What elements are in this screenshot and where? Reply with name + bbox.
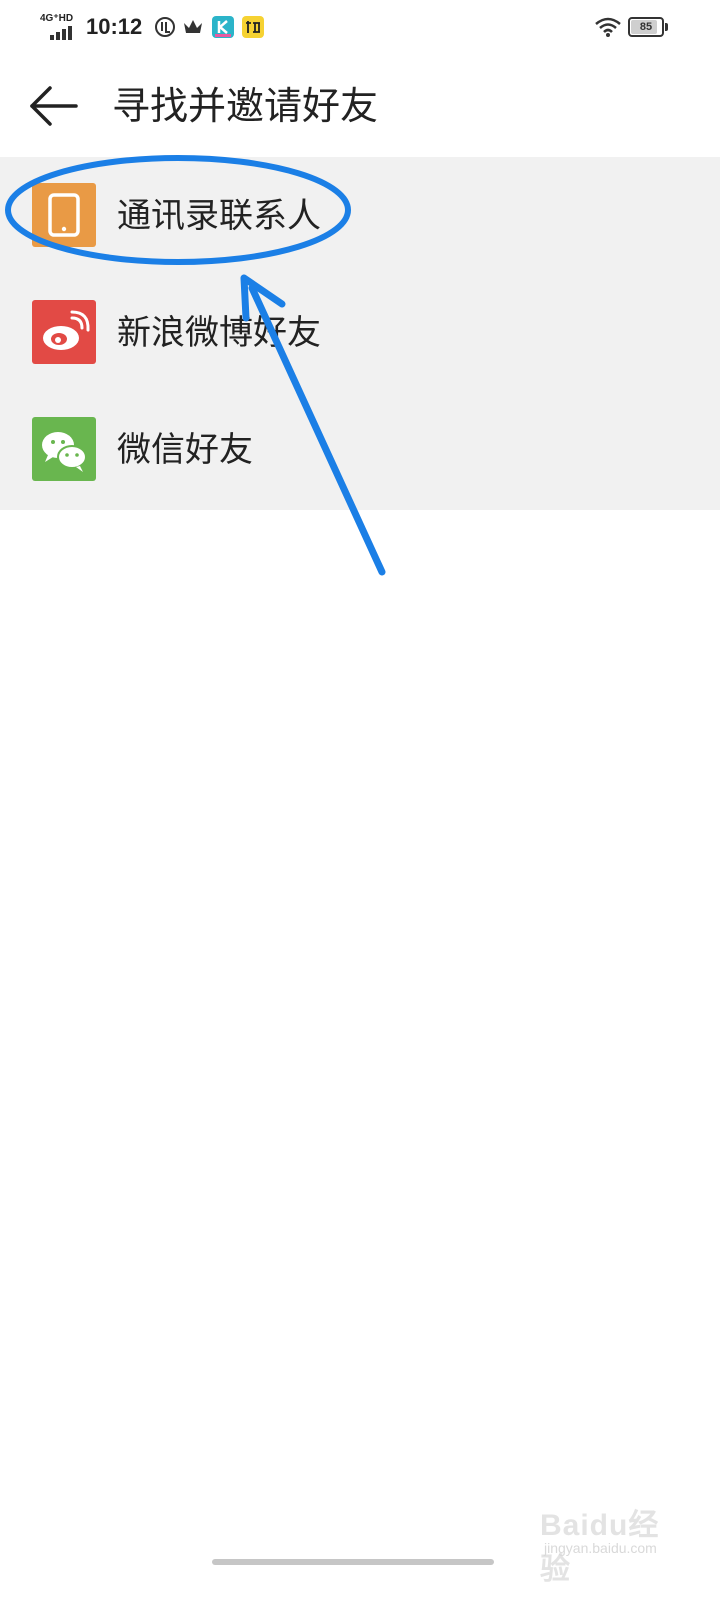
list-item-label: 新浪微博好友	[117, 313, 321, 353]
list-item-contacts[interactable]: 通讯录联系人	[0, 157, 720, 274]
page-title: 寻找并邀请好友	[112, 84, 379, 128]
baidu-watermark: Baidu经验 jingyan.baidu.com	[540, 1500, 690, 1586]
watermark-url: jingyan.baidu.com	[544, 1540, 657, 1556]
wifi-icon	[595, 17, 621, 37]
wechat-icon	[42, 432, 87, 472]
crown-icon	[184, 20, 202, 33]
battery-tip	[665, 23, 668, 31]
signal-indicator: 4G⁺HD	[40, 14, 76, 40]
data-saver-icon	[155, 17, 175, 37]
status-time: 10:12	[86, 14, 143, 39]
invite-options-list: 通讯录联系人 新浪微博好友 微信好友	[0, 157, 720, 510]
back-button[interactable]	[28, 84, 82, 128]
wechat-icon-tile	[32, 417, 96, 481]
home-indicator[interactable]	[212, 1559, 494, 1565]
kuaidi-app-icon	[242, 16, 264, 38]
battery-icon: 85	[628, 17, 664, 37]
weibo-icon	[43, 310, 90, 350]
list-item-label: 通讯录联系人	[117, 196, 321, 236]
list-item-weibo[interactable]: 新浪微博好友	[0, 274, 720, 391]
contacts-icon-tile	[32, 183, 96, 247]
list-item-wechat[interactable]: 微信好友	[0, 391, 720, 508]
k-app-icon	[212, 16, 234, 38]
battery-level: 85	[639, 21, 653, 33]
status-bar: 4G⁺HD 10:12 85	[0, 0, 720, 56]
weibo-icon-tile	[32, 300, 96, 364]
page-header: 寻找并邀请好友	[0, 56, 720, 156]
arrow-left-icon	[30, 86, 78, 126]
list-item-label: 微信好友	[117, 430, 253, 470]
network-type: 4G⁺HD	[40, 13, 74, 24]
signal-icon	[50, 26, 72, 40]
phone-icon	[48, 193, 80, 237]
